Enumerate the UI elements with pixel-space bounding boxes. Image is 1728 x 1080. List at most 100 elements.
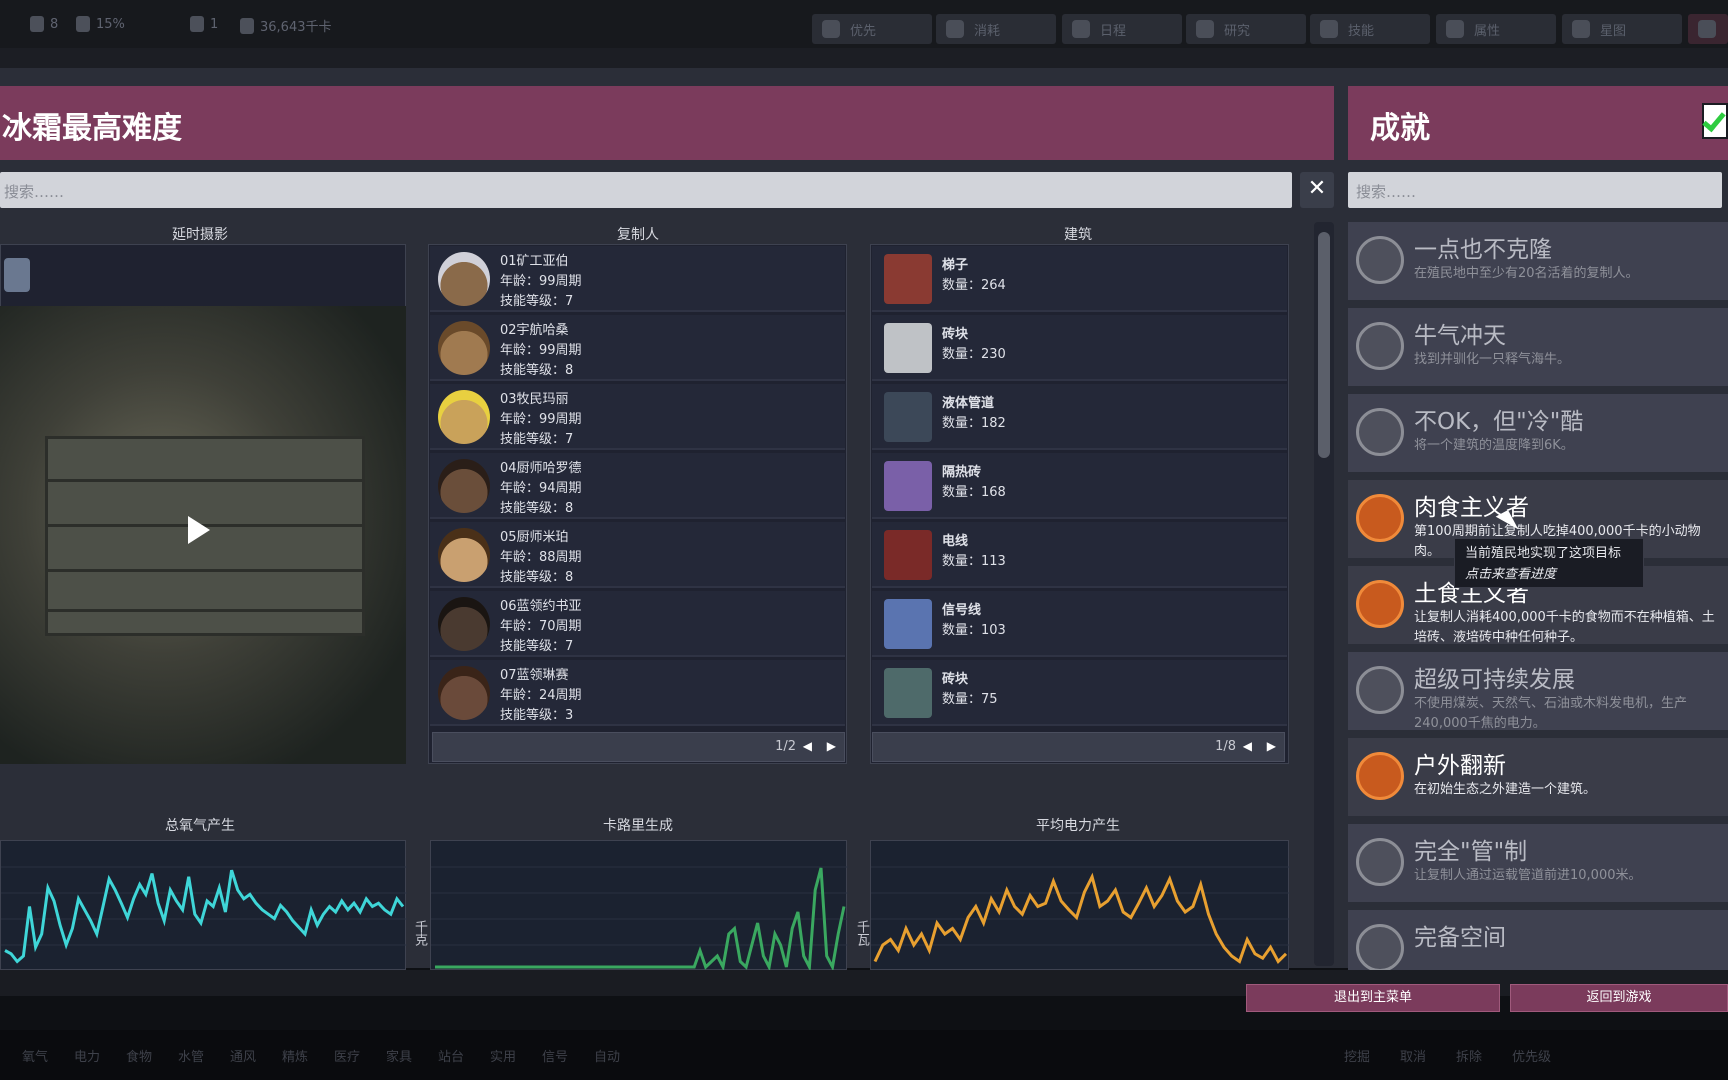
return-to-game-button[interactable]: 返回到游戏 [1510,984,1728,1012]
duplicant-row[interactable]: 01矿工亚伯 年龄：99周期 技能等级：7 [430,246,845,312]
building-row[interactable]: 砖块 数量：230 [872,315,1287,381]
building-count: 数量：113 [942,554,1006,569]
achievement-desc: 在殖民地中至少有20名活着的复制人。 [1414,266,1639,281]
build-category-tab[interactable]: 水管 [178,1046,204,1065]
building-info: 砖块 数量：230 [942,325,1006,365]
duplicant-name: 07蓝领琳赛 [500,668,569,683]
building-row[interactable]: 电线数量：113 [872,522,1287,588]
top-stat-value: 1 [210,16,219,32]
building-name: 隔热砖 [942,465,982,480]
building-row[interactable]: 砖块 数量：75 [872,660,1287,726]
achievement-row[interactable]: 超级可持续发展 不使用煤炭、天然气、石油或木料发电机，生产240,000千焦的电力… [1348,652,1728,734]
building-row[interactable]: 隔热砖数量：168 [872,453,1287,519]
divider [0,48,1728,68]
critter-icon [1356,322,1404,370]
duplicant-info: 04厨师哈罗德 年龄：94周期 技能等级：8 [500,459,582,519]
build-category-tab[interactable]: 氧气 [22,1046,48,1065]
duplicant-row[interactable]: 05厨师米珀 年龄：88周期 技能等级：8 [430,522,845,588]
achievements-search-input[interactable]: 搜索…… [1348,172,1722,208]
duplicant-row[interactable]: 06蓝领约书亚 年龄：70周期 技能等级：7 [430,591,845,657]
building-row[interactable]: 信号线 数量：103 [872,591,1287,657]
duplicant-info: 07蓝领琳赛 年龄：24周期 技能等级：3 [500,666,582,726]
calories-chart [430,840,848,973]
buildings-page-label: 1/8 [1215,739,1236,754]
duplicant-age: 年龄：24周期 [500,688,582,703]
duplicants-scrollbar[interactable] [1314,222,1334,966]
toolbar-button[interactable]: 研究 [1186,14,1306,44]
tool-button[interactable]: 挖掘 [1344,1046,1370,1065]
clear-search-button[interactable]: ✕ [1300,172,1334,208]
build-category-tab[interactable]: 站台 [438,1046,464,1065]
build-category-tab[interactable]: 精炼 [282,1046,308,1065]
buildings-pager: 1/8 ◀ ▶ [872,732,1285,762]
duplicant-row[interactable]: 02宇航哈桑 年龄：99周期 技能等级：8 [430,315,845,381]
building-name: 砖块 [942,672,969,687]
build-category-tab[interactable]: 医疗 [334,1046,360,1065]
duplicant-skill: 技能等级：8 [500,501,574,516]
tool-button[interactable]: 取消 [1400,1046,1426,1065]
toolbar-button-label: 属性 [1474,23,1501,39]
power-chart-title: 平均电力产生 [1036,818,1120,834]
build-category-tab[interactable]: 实用 [490,1046,516,1065]
tooltip-line1: 当前殖民地实现了这项目标 [1465,546,1622,561]
play-icon[interactable] [188,516,210,544]
toolbar-button-label: 研究 [1224,23,1251,39]
build-category-tab[interactable]: 信号 [542,1046,568,1065]
build-category-tab[interactable]: 食物 [126,1046,152,1065]
building-name: 电线 [942,534,969,549]
building-name: 砖块 [942,327,969,342]
toolbar-button[interactable] [1688,14,1728,44]
duplicant-age: 年龄：70周期 [500,619,582,634]
toolbar-button[interactable]: 星图 [1562,14,1682,44]
next-page-icon[interactable]: ▶ [827,739,836,753]
duplicant-name: 02宇航哈桑 [500,323,569,338]
tool-button[interactable]: 优先级 [1512,1046,1551,1065]
duplicant-row[interactable]: 04厨师哈罗德 年龄：94周期 技能等级：8 [430,453,845,519]
build-category-tab[interactable]: 电力 [74,1046,100,1065]
toolbar-button[interactable]: 优先 [812,14,932,44]
colony-search-input[interactable]: 搜索…… [0,172,1292,208]
toolbar-button[interactable]: 技能 [1310,14,1430,44]
achievement-row[interactable]: 牛气冲天 找到并驯化一只释气海牛。 [1348,308,1728,390]
achievement-desc: 让复制人通过运载管道前进10,000米。 [1414,868,1642,883]
oxygen-chart-title: 总氧气产生 [165,818,235,834]
duplicant-portrait-icon [438,528,490,582]
achievement-row[interactable]: 完全"管"制 让复制人通过运载管道前进10,000米。 [1348,824,1728,906]
duplicant-name: 05厨师米珀 [500,530,569,545]
power-unit-label: 千瓦 [854,920,869,946]
building-count: 数量：168 [942,485,1006,500]
tool-button[interactable]: 拆除 [1456,1046,1482,1065]
top-stat: 8 [30,16,58,32]
building-info: 隔热砖数量：168 [942,463,1006,503]
building-count: 数量：182 [942,416,1006,431]
achievement-row[interactable]: 不OK，但"冷"酷 将一个建筑的温度降到6K。 [1348,394,1728,476]
achievements-filter-checkbox[interactable] [1702,103,1728,139]
achievement-desc: 让复制人消耗400,000千卡的食物而不在种植箱、土培砖、液培砖中种任何种子。 [1414,610,1715,645]
achievement-row[interactable]: 户外翻新 在初始生态之外建造一个建筑。 [1348,738,1728,820]
duplicant-row[interactable]: 03牧民玛丽 年龄：99周期 技能等级：7 [430,384,845,450]
scrollbar-thumb[interactable] [1318,232,1330,458]
toolbar-button[interactable]: 属性 [1436,14,1556,44]
toolbar-button[interactable]: 日程 [1062,14,1182,44]
build-category-tab[interactable]: 自动 [594,1046,620,1065]
duplicant-skill: 技能等级：7 [500,639,574,654]
snowflake-icon [1356,408,1404,456]
toolbar-button-label: 技能 [1348,23,1375,39]
duplicant-info: 05厨师米珀 年龄：88周期 技能等级：8 [500,528,582,588]
achievement-title: 完备空间 [1414,925,1506,951]
build-category-tab[interactable]: 家具 [386,1046,412,1065]
toolbar-button-label: 消耗 [974,23,1001,39]
build-category-tab[interactable]: 通风 [230,1046,256,1065]
prev-page-icon[interactable]: ◀ [1243,739,1252,753]
exit-to-main-menu-button[interactable]: 退出到主菜单 [1246,984,1500,1012]
building-row[interactable]: 液体管道 数量：182 [872,384,1287,450]
building-info: 砖块 数量：75 [942,670,998,710]
achievement-row[interactable]: 一点也不克隆 在殖民地中至少有20名活着的复制人。 [1348,222,1728,304]
toolbar-button[interactable]: 消耗 [936,14,1056,44]
duplicant-age: 年龄：88周期 [500,550,582,565]
building-row[interactable]: 梯子 数量：264 [872,246,1287,312]
next-page-icon[interactable]: ▶ [1267,739,1276,753]
building-icon [884,392,932,442]
duplicant-row[interactable]: 07蓝领琳赛 年龄：24周期 技能等级：3 [430,660,845,726]
prev-page-icon[interactable]: ◀ [803,739,812,753]
